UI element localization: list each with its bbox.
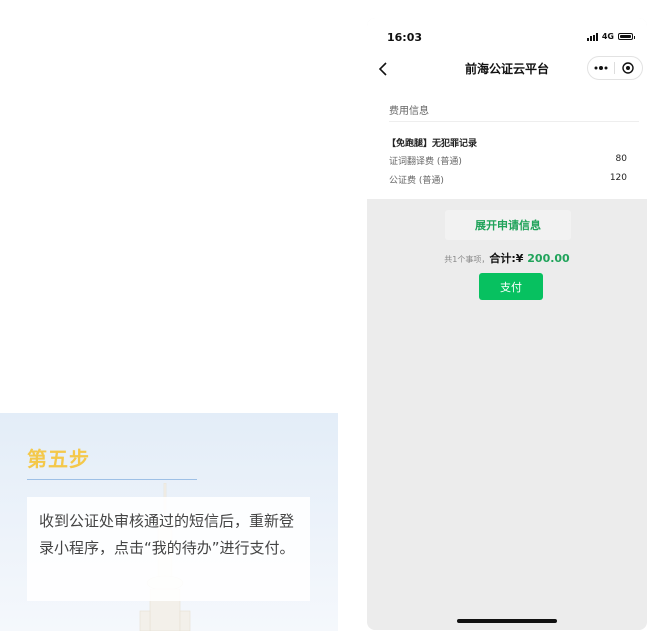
item-title: 【免跑腿】无犯罪记录 bbox=[387, 139, 478, 149]
status-icons: 4G bbox=[586, 32, 635, 41]
fee-amount: 80 bbox=[615, 154, 627, 164]
nav-bar: 前海公证云平台 bbox=[367, 54, 647, 84]
fee-label: 公证费 (普通) bbox=[389, 176, 444, 186]
close-capsule-icon[interactable] bbox=[615, 62, 641, 74]
fee-info-area: 16:03 4G 前海公证云平台 费用信息 【免跑腿】无犯罪记录 证词翻译费 (… bbox=[367, 18, 647, 199]
status-time: 16:03 bbox=[387, 31, 423, 44]
fee-label: 证词翻译费 (普通) bbox=[389, 157, 462, 167]
fee-amount: 120 bbox=[609, 173, 627, 183]
more-icon[interactable] bbox=[588, 65, 614, 71]
home-indicator bbox=[457, 619, 557, 623]
pay-button[interactable]: 支付 bbox=[479, 273, 543, 300]
section-divider bbox=[389, 121, 639, 122]
fee-row: 公证费 (普通) 120 bbox=[389, 173, 627, 187]
signal-icon bbox=[586, 32, 598, 41]
total-summary: 共1个事项，合计:¥ 200.00 bbox=[367, 250, 647, 266]
mini-program-capsule bbox=[587, 56, 643, 80]
item-count: 共1个事项， bbox=[444, 255, 490, 264]
expand-application-button[interactable]: 展开申请信息 bbox=[445, 210, 571, 240]
status-bar: 16:03 4G bbox=[367, 18, 647, 54]
total-amount: 200.00 bbox=[523, 252, 570, 265]
battery-icon bbox=[618, 33, 635, 40]
step-description-box: 收到公证处审核通过的短信后，重新登录小程序，点击“我的待办”进行支付。 bbox=[27, 497, 310, 601]
step-panel: 第五步 收到公证处审核通过的短信后，重新登录小程序，点击“我的待办”进行支付。 bbox=[0, 413, 338, 631]
phone-screen: 16:03 4G 前海公证云平台 费用信息 【免跑腿】无犯罪记录 证词翻译费 (… bbox=[367, 18, 647, 630]
step-divider bbox=[27, 479, 197, 480]
step-title: 第五步 bbox=[27, 447, 90, 471]
total-label: 合计:¥ bbox=[489, 252, 524, 265]
step-description: 收到公证处审核通过的短信后，重新登录小程序，点击“我的待办”进行支付。 bbox=[39, 512, 295, 557]
fee-row: 证词翻译费 (普通) 80 bbox=[389, 154, 627, 168]
network-label: 4G bbox=[601, 32, 614, 41]
fee-section-title: 费用信息 bbox=[389, 106, 429, 117]
